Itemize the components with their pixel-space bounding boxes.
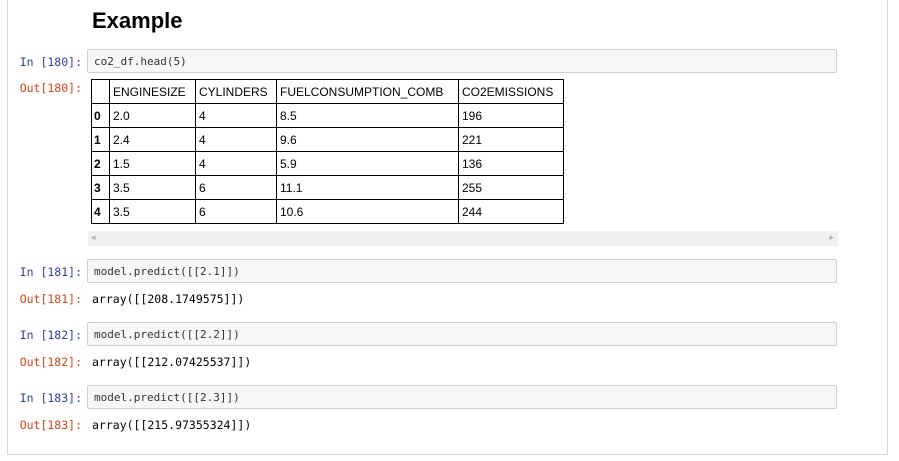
cell-output-182: array([[212.07425537]]) [92,355,252,369]
horizontal-scrollbar[interactable]: ◂ ▸ [88,231,838,246]
table-cell: 4 [195,151,277,176]
table-row: 2 1.5 4 5.9 136 [91,151,564,176]
dataframe-table: ENGINESIZE CYLINDERS FUELCONSUMPTION_COM… [91,79,564,224]
row-index: 4 [91,199,110,224]
column-header: ENGINESIZE [109,79,196,104]
index-header [91,79,110,104]
scroll-left-icon[interactable]: ◂ [91,233,96,243]
table-cell: 6 [195,175,277,200]
table-cell: 2.4 [109,127,196,152]
code-text: model.predict([[2.1]]) [94,265,240,278]
code-input-183[interactable]: model.predict([[2.3]]) [87,385,837,409]
table-cell: 3.5 [109,199,196,224]
code-text: co2_df.head(5) [94,55,187,68]
code-input-180[interactable]: co2_df.head(5) [87,49,837,73]
code-input-182[interactable]: model.predict([[2.2]]) [87,322,837,346]
column-header: CO2EMISSIONS [458,79,564,104]
table-cell: 10.6 [276,199,459,224]
code-input-181[interactable]: model.predict([[2.1]]) [87,259,837,283]
row-index: 3 [91,175,110,200]
code-text: model.predict([[2.3]]) [94,391,240,404]
table-cell: 4 [195,127,277,152]
out-prompt-183: Out[183]: [19,418,82,432]
table-cell: 244 [458,199,564,224]
scroll-right-icon[interactable]: ▸ [829,233,834,243]
table-cell: 6 [195,199,277,224]
in-prompt-181: In [181]: [19,265,82,279]
table-cell: 136 [458,151,564,176]
table-cell: 11.1 [276,175,459,200]
cell-output-183: array([[215.97355324]]) [92,418,252,432]
table-cell: 4 [195,103,277,128]
table-cell: 2.0 [109,103,196,128]
out-prompt-182: Out[182]: [19,355,82,369]
code-text: model.predict([[2.2]]) [94,328,240,341]
markdown-heading: Example [92,8,183,33]
column-header: FUELCONSUMPTION_COMB [276,79,459,104]
table-row: 3 3.5 6 11.1 255 [91,175,564,200]
table-cell: 3.5 [109,175,196,200]
table-cell: 9.6 [276,127,459,152]
row-index: 0 [91,103,110,128]
table-row: 1 2.4 4 9.6 221 [91,127,564,152]
table-cell: 5.9 [276,151,459,176]
row-index: 1 [91,127,110,152]
table-cell: 1.5 [109,151,196,176]
row-index: 2 [91,151,110,176]
table-header-row: ENGINESIZE CYLINDERS FUELCONSUMPTION_COM… [91,79,564,104]
in-prompt-180: In [180]: [19,55,82,69]
cell-output-181: array([[208.1749575]]) [92,292,245,306]
in-prompt-183: In [183]: [19,391,82,405]
column-header: CYLINDERS [195,79,277,104]
table-cell: 196 [458,103,564,128]
in-prompt-182: In [182]: [19,328,82,342]
out-prompt-180: Out[180]: [19,81,82,95]
table-cell: 255 [458,175,564,200]
table-row: 4 3.5 6 10.6 244 [91,199,564,224]
table-cell: 221 [458,127,564,152]
out-prompt-181: Out[181]: [19,292,82,306]
table-cell: 8.5 [276,103,459,128]
table-row: 0 2.0 4 8.5 196 [91,103,564,128]
